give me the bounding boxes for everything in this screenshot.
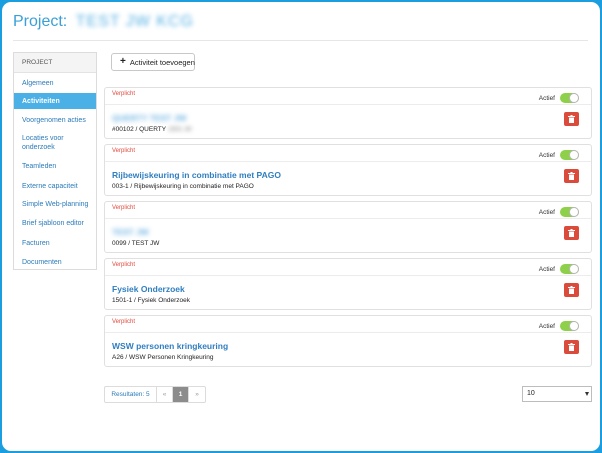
toggle-knob bbox=[569, 264, 579, 274]
active-toggle[interactable] bbox=[560, 321, 579, 331]
active-toggle[interactable] bbox=[560, 93, 579, 103]
activity-name-link[interactable]: TEST JW bbox=[112, 227, 149, 237]
active-toggle[interactable] bbox=[560, 264, 579, 274]
activity-code-extra: 1501 30 bbox=[168, 126, 192, 133]
page-size-value: 10 bbox=[527, 390, 535, 397]
toggle-knob bbox=[569, 207, 579, 217]
pagination: Resultaten: 5 « 1 » bbox=[104, 386, 206, 403]
card-header: Verplicht Actief bbox=[105, 259, 591, 276]
activity-code: #00102 / QUERTY 1501 30 bbox=[112, 126, 192, 133]
next-page-button[interactable]: » bbox=[189, 387, 205, 402]
activity-card: Verplicht Actief QUERTY TEST JW #00102 /… bbox=[104, 87, 592, 139]
sidebar-item-facturen[interactable]: Facturen bbox=[14, 239, 96, 248]
sidebar-item-brief-sjabloon-editor[interactable]: Brief sjabloon editor bbox=[14, 219, 96, 228]
activity-card: Verplicht Actief TEST JW 0099 / TEST JW bbox=[104, 201, 592, 253]
active-label: Actief bbox=[538, 152, 555, 159]
card-header: Verplicht Actief bbox=[105, 88, 591, 105]
active-toggle[interactable] bbox=[560, 207, 579, 217]
page-title: Project: TEST JW KCG bbox=[13, 13, 194, 31]
required-badge: Verplicht bbox=[112, 319, 136, 325]
toggle-knob bbox=[569, 150, 579, 160]
sidebar-item-externe-capaciteit[interactable]: Externe capaciteit bbox=[14, 182, 96, 191]
toggle-knob bbox=[569, 321, 579, 331]
add-activity-button[interactable]: + Activiteit toevoegen bbox=[111, 53, 195, 71]
activity-code: 003-1 / Rijbewijskeuring in combinatie m… bbox=[112, 183, 254, 190]
card-header: Verplicht Actief bbox=[105, 145, 591, 162]
plus-icon: + bbox=[120, 56, 126, 67]
caret-down-icon bbox=[585, 392, 589, 396]
required-badge: Verplicht bbox=[112, 262, 136, 268]
prev-page-button[interactable]: « bbox=[157, 387, 173, 402]
activity-name-link[interactable]: Rijbewijskeuring in combinatie met PAGO bbox=[112, 170, 281, 180]
sidebar-item-teamleden[interactable]: Teamleden bbox=[14, 162, 96, 171]
delete-button[interactable] bbox=[564, 169, 579, 183]
active-label: Actief bbox=[538, 266, 555, 273]
activity-name-link[interactable]: Fysiek Onderzoek bbox=[112, 284, 185, 294]
sidebar-item-simple-web-planning[interactable]: Simple Web-planning bbox=[14, 200, 96, 209]
trash-icon bbox=[568, 115, 575, 123]
sidebar-item-locaties[interactable]: Locaties voor onderzoek bbox=[14, 134, 84, 152]
active-label: Actief bbox=[538, 95, 555, 102]
trash-icon bbox=[568, 229, 575, 237]
required-badge: Verplicht bbox=[112, 91, 136, 97]
delete-button[interactable] bbox=[564, 226, 579, 240]
project-name: TEST JW KCG bbox=[75, 13, 194, 30]
activity-code: A26 / WSW Personen Kringkeuring bbox=[112, 354, 214, 361]
delete-button[interactable] bbox=[564, 283, 579, 297]
activity-code: 0099 / TEST JW bbox=[112, 240, 159, 247]
activity-code: 1501-1 / Fysiek Onderzoek bbox=[112, 297, 190, 304]
add-activity-label: Activiteit toevoegen bbox=[129, 57, 195, 67]
sidebar-item-activiteiten[interactable]: Activiteiten bbox=[14, 93, 96, 109]
activity-name-link[interactable]: WSW personen kringkeuring bbox=[112, 341, 228, 351]
required-badge: Verplicht bbox=[112, 148, 136, 154]
activity-card: Verplicht Actief Fysiek Onderzoek 1501-1… bbox=[104, 258, 592, 310]
delete-button[interactable] bbox=[564, 340, 579, 354]
title-prefix: Project: bbox=[13, 13, 68, 30]
activity-code-text: A26 / WSW Personen Kringkeuring bbox=[112, 354, 214, 361]
sidebar-item-voorgenomen-acties[interactable]: Voorgenomen acties bbox=[14, 116, 96, 125]
active-toggle[interactable] bbox=[560, 150, 579, 160]
delete-button[interactable] bbox=[564, 112, 579, 126]
activity-code-text: 003-1 / Rijbewijskeuring in combinatie m… bbox=[112, 183, 254, 190]
sidebar-heading: PROJECT bbox=[14, 53, 96, 73]
project-sidebar: PROJECT Algemeen Activiteiten Voorgenome… bbox=[13, 52, 97, 270]
app-frame: Project: TEST JW KCG PROJECT Algemeen Ac… bbox=[2, 2, 600, 451]
card-header: Verplicht Actief bbox=[105, 202, 591, 219]
activity-card: Verplicht Actief WSW personen kringkeuri… bbox=[104, 315, 592, 367]
sidebar-item-algemeen[interactable]: Algemeen bbox=[14, 79, 96, 88]
activity-card: Verplicht Actief Rijbewijskeuring in com… bbox=[104, 144, 592, 196]
sidebar-item-documenten[interactable]: Documenten bbox=[14, 258, 96, 267]
trash-icon bbox=[568, 172, 575, 180]
toggle-knob bbox=[569, 93, 579, 103]
results-count: Resultaten: 5 bbox=[105, 387, 157, 402]
activity-code-text: #00102 / QUERTY bbox=[112, 126, 167, 133]
active-label: Actief bbox=[538, 209, 555, 216]
activity-name-link[interactable]: QUERTY TEST JW bbox=[112, 113, 186, 123]
activity-code-text: 0099 / TEST JW bbox=[112, 240, 160, 247]
card-header: Verplicht Actief bbox=[105, 316, 591, 333]
trash-icon bbox=[568, 343, 575, 351]
title-divider bbox=[13, 40, 588, 41]
trash-icon bbox=[568, 286, 575, 294]
activity-code-text: 1501-1 / Fysiek Onderzoek bbox=[112, 297, 191, 304]
page-size-select[interactable]: 10 bbox=[522, 386, 592, 402]
active-label: Actief bbox=[538, 323, 555, 330]
required-badge: Verplicht bbox=[112, 205, 136, 211]
page-1-button[interactable]: 1 bbox=[173, 387, 189, 402]
